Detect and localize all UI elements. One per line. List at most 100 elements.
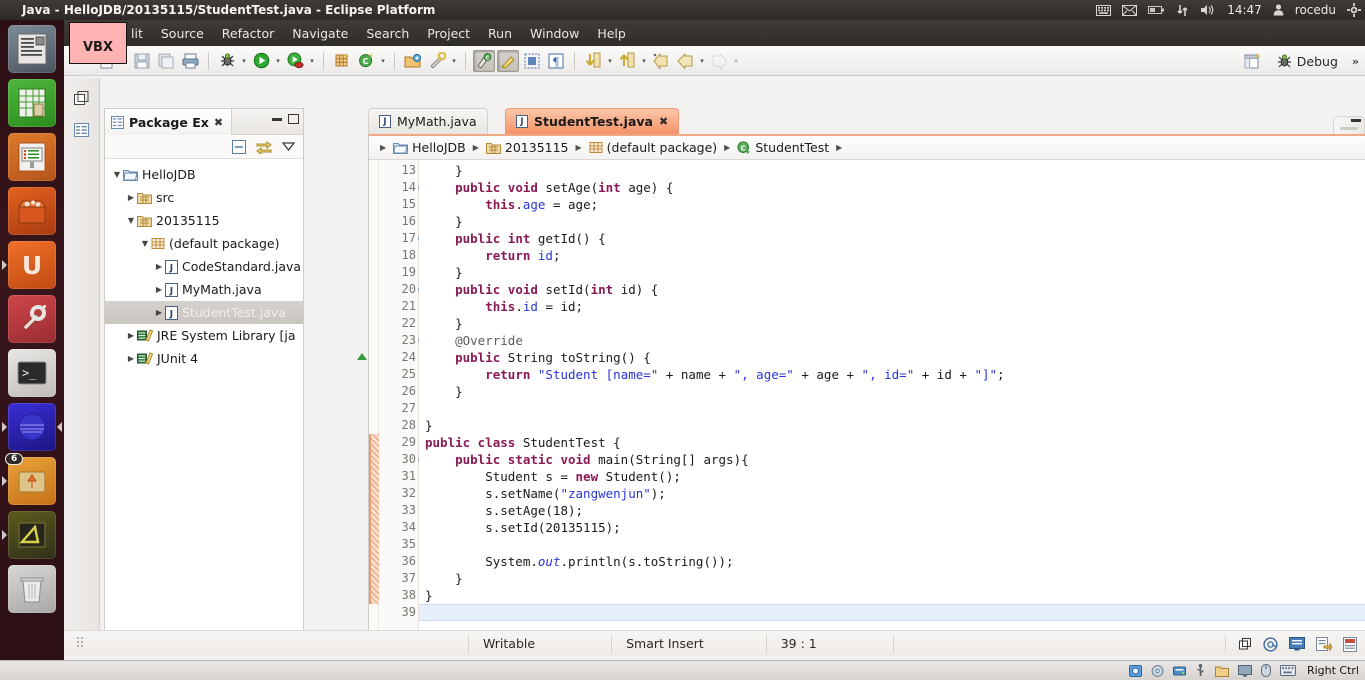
code-line[interactable]: } bbox=[419, 570, 1365, 587]
clock[interactable]: 14:47 bbox=[1227, 3, 1262, 17]
launcher-item-libreoffice-impress[interactable] bbox=[8, 133, 56, 181]
breadcrumb-sep[interactable]: ▶ bbox=[377, 143, 389, 152]
external-tools-caret[interactable]: ▾ bbox=[449, 50, 459, 72]
code-line[interactable]: return "Student [name=" + name + ", age=… bbox=[419, 366, 1365, 383]
breadcrumb-sep[interactable]: ▶ bbox=[721, 143, 733, 152]
code-area[interactable]: 13 14−15 16 17−18 19 20−21 22 23−2425 26 27 28 29 30… bbox=[357, 160, 1365, 643]
code-line[interactable]: public class StudentTest { bbox=[419, 434, 1365, 451]
code-line[interactable]: } bbox=[419, 213, 1365, 230]
code-line[interactable]: } bbox=[419, 383, 1365, 400]
change-marker-bar[interactable] bbox=[369, 160, 379, 643]
twisty-collapsed-icon[interactable]: ▶ bbox=[125, 193, 137, 202]
restore-icon[interactable] bbox=[1239, 638, 1252, 650]
battery-icon[interactable] bbox=[1148, 5, 1165, 15]
keyboard-icon[interactable] bbox=[1096, 4, 1112, 16]
tree-item[interactable]: ▼ 20135115 bbox=[105, 209, 303, 232]
code-line[interactable]: } bbox=[419, 417, 1365, 434]
launcher-item-firefox[interactable] bbox=[2, 403, 62, 451]
tree-item[interactable]: ▶ JRE System Library [ja bbox=[105, 324, 303, 347]
save-icon[interactable] bbox=[131, 50, 153, 72]
menu-item-project[interactable]: Project bbox=[418, 24, 479, 43]
toggle-block-selection-icon[interactable] bbox=[497, 49, 519, 72]
launcher-item-terminal[interactable]: >_ bbox=[8, 349, 56, 397]
menu-item-refactor[interactable]: Refactor bbox=[213, 24, 283, 43]
launcher-item-libreoffice-writer[interactable] bbox=[8, 25, 56, 73]
editor-tab-mymath[interactable]: J MyMath.java bbox=[368, 108, 488, 134]
line-number-gutter[interactable]: 13 14−15 16 17−18 19 20−21 22 23−2425 26 27 28 29 30… bbox=[357, 160, 427, 643]
twisty-collapsed-icon[interactable]: ▶ bbox=[153, 285, 165, 294]
coverage-icon[interactable] bbox=[284, 50, 306, 72]
breadcrumb-item-sourcefolder[interactable]: 20135115 bbox=[485, 140, 569, 155]
print-icon[interactable] bbox=[179, 50, 201, 72]
code-line[interactable]: System.out.println(s.toString()); bbox=[419, 553, 1365, 570]
new-class-caret[interactable]: ▾ bbox=[378, 50, 388, 72]
code-line[interactable]: public void setAge(int age) { bbox=[419, 179, 1365, 196]
launcher-item-libreoffice-calc[interactable] bbox=[8, 79, 56, 127]
twisty-collapsed-icon[interactable]: ▶ bbox=[153, 308, 165, 317]
tree-item[interactable]: ▶ src bbox=[105, 186, 303, 209]
launcher-item-eclipse[interactable] bbox=[2, 511, 56, 559]
changed-lines-marker[interactable] bbox=[369, 434, 379, 604]
code-line[interactable]: } bbox=[419, 264, 1365, 281]
previous-annotation-caret[interactable]: ▾ bbox=[639, 50, 649, 72]
tree-item[interactable]: ▶ J CodeStandard.java bbox=[105, 255, 303, 278]
code-line[interactable]: s.setAge(18); bbox=[419, 502, 1365, 519]
cd-icon[interactable] bbox=[1151, 664, 1164, 677]
code-line[interactable]: } bbox=[419, 315, 1365, 332]
code-line[interactable]: s.setName("zangwenjun"); bbox=[419, 485, 1365, 502]
run-icon[interactable] bbox=[250, 50, 272, 72]
forward-icon[interactable] bbox=[708, 50, 730, 72]
perspective-overflow-chevron[interactable]: » bbox=[1352, 55, 1359, 68]
menu-item-window[interactable]: Window bbox=[521, 24, 588, 43]
code-line[interactable]: public String toString() { bbox=[419, 349, 1365, 366]
problems-icon[interactable] bbox=[1343, 636, 1359, 652]
menu-item-source[interactable]: Source bbox=[152, 24, 213, 43]
toggle-mark-occurrences-icon[interactable]: C bbox=[473, 49, 495, 72]
code-line[interactable]: this.age = age; bbox=[419, 196, 1365, 213]
editor-tab-studenttest[interactable]: J StudentTest.java ✖ bbox=[505, 108, 680, 134]
tree-item[interactable]: ▶ JUnit 4 bbox=[105, 347, 303, 370]
shared-folder-icon[interactable] bbox=[1214, 665, 1229, 677]
code-line[interactable]: } bbox=[419, 162, 1365, 179]
network-icon[interactable] bbox=[1172, 665, 1186, 677]
coverage-caret[interactable]: ▾ bbox=[307, 50, 317, 72]
breadcrumb-sep[interactable]: ▶ bbox=[573, 143, 585, 152]
close-icon[interactable]: ✖ bbox=[214, 116, 223, 129]
perspective-debug-button[interactable]: Debug bbox=[1270, 51, 1344, 72]
launcher-item-ubuntu-one[interactable]: U bbox=[2, 241, 56, 289]
mail-icon[interactable] bbox=[1122, 4, 1138, 16]
breadcrumb-item-project[interactable]: HelloJDB bbox=[393, 140, 466, 155]
back-icon[interactable] bbox=[674, 50, 696, 72]
keyboard-icon[interactable] bbox=[1279, 665, 1296, 676]
menu-item-navigate[interactable]: Navigate bbox=[283, 24, 357, 43]
code-line[interactable]: public static void main(String[] args){ bbox=[419, 451, 1365, 468]
tree-item[interactable]: ▶ J MyMath.java bbox=[105, 278, 303, 301]
breadcrumb-item-package[interactable]: (default package) bbox=[589, 140, 717, 155]
breadcrumb-item-class[interactable]: C StudentTest bbox=[737, 140, 829, 155]
code-line[interactable]: } bbox=[419, 587, 1365, 604]
display-icon[interactable] bbox=[1237, 664, 1252, 677]
maximize-icon[interactable] bbox=[288, 114, 299, 124]
package-explorer-tab[interactable]: Package Ex ✖ bbox=[105, 109, 233, 135]
show-whitespace-icon[interactable] bbox=[521, 50, 543, 72]
code-line[interactable] bbox=[419, 536, 1365, 553]
breadcrumb-sep[interactable]: ▶ bbox=[470, 143, 482, 152]
launcher-item-files[interactable]: 6 bbox=[2, 453, 56, 505]
network-icon[interactable] bbox=[1176, 4, 1189, 17]
volume-icon[interactable] bbox=[1200, 4, 1216, 16]
next-annotation-caret[interactable]: ▾ bbox=[605, 50, 615, 72]
back-caret[interactable]: ▾ bbox=[697, 50, 707, 72]
collapse-all-icon[interactable] bbox=[232, 139, 246, 154]
menu-item-run[interactable]: Run bbox=[479, 24, 521, 43]
launcher-item-ubuntu-software-center[interactable] bbox=[8, 187, 56, 235]
open-perspective-icon[interactable] bbox=[1242, 50, 1264, 72]
menu-item-help[interactable]: Help bbox=[588, 24, 635, 43]
twisty-expanded-icon[interactable]: ▼ bbox=[111, 170, 123, 179]
code-line[interactable]: this.id = id; bbox=[419, 298, 1365, 315]
usb-icon[interactable] bbox=[1195, 664, 1206, 677]
new-class-icon[interactable]: C bbox=[355, 50, 377, 72]
mouse-icon[interactable] bbox=[1260, 664, 1271, 677]
tree-item-selected[interactable]: ▶ J StudentTest.java bbox=[105, 301, 303, 324]
pilcrow-icon[interactable]: ¶ bbox=[545, 50, 567, 72]
package-explorer-fastview-icon[interactable] bbox=[70, 118, 94, 142]
